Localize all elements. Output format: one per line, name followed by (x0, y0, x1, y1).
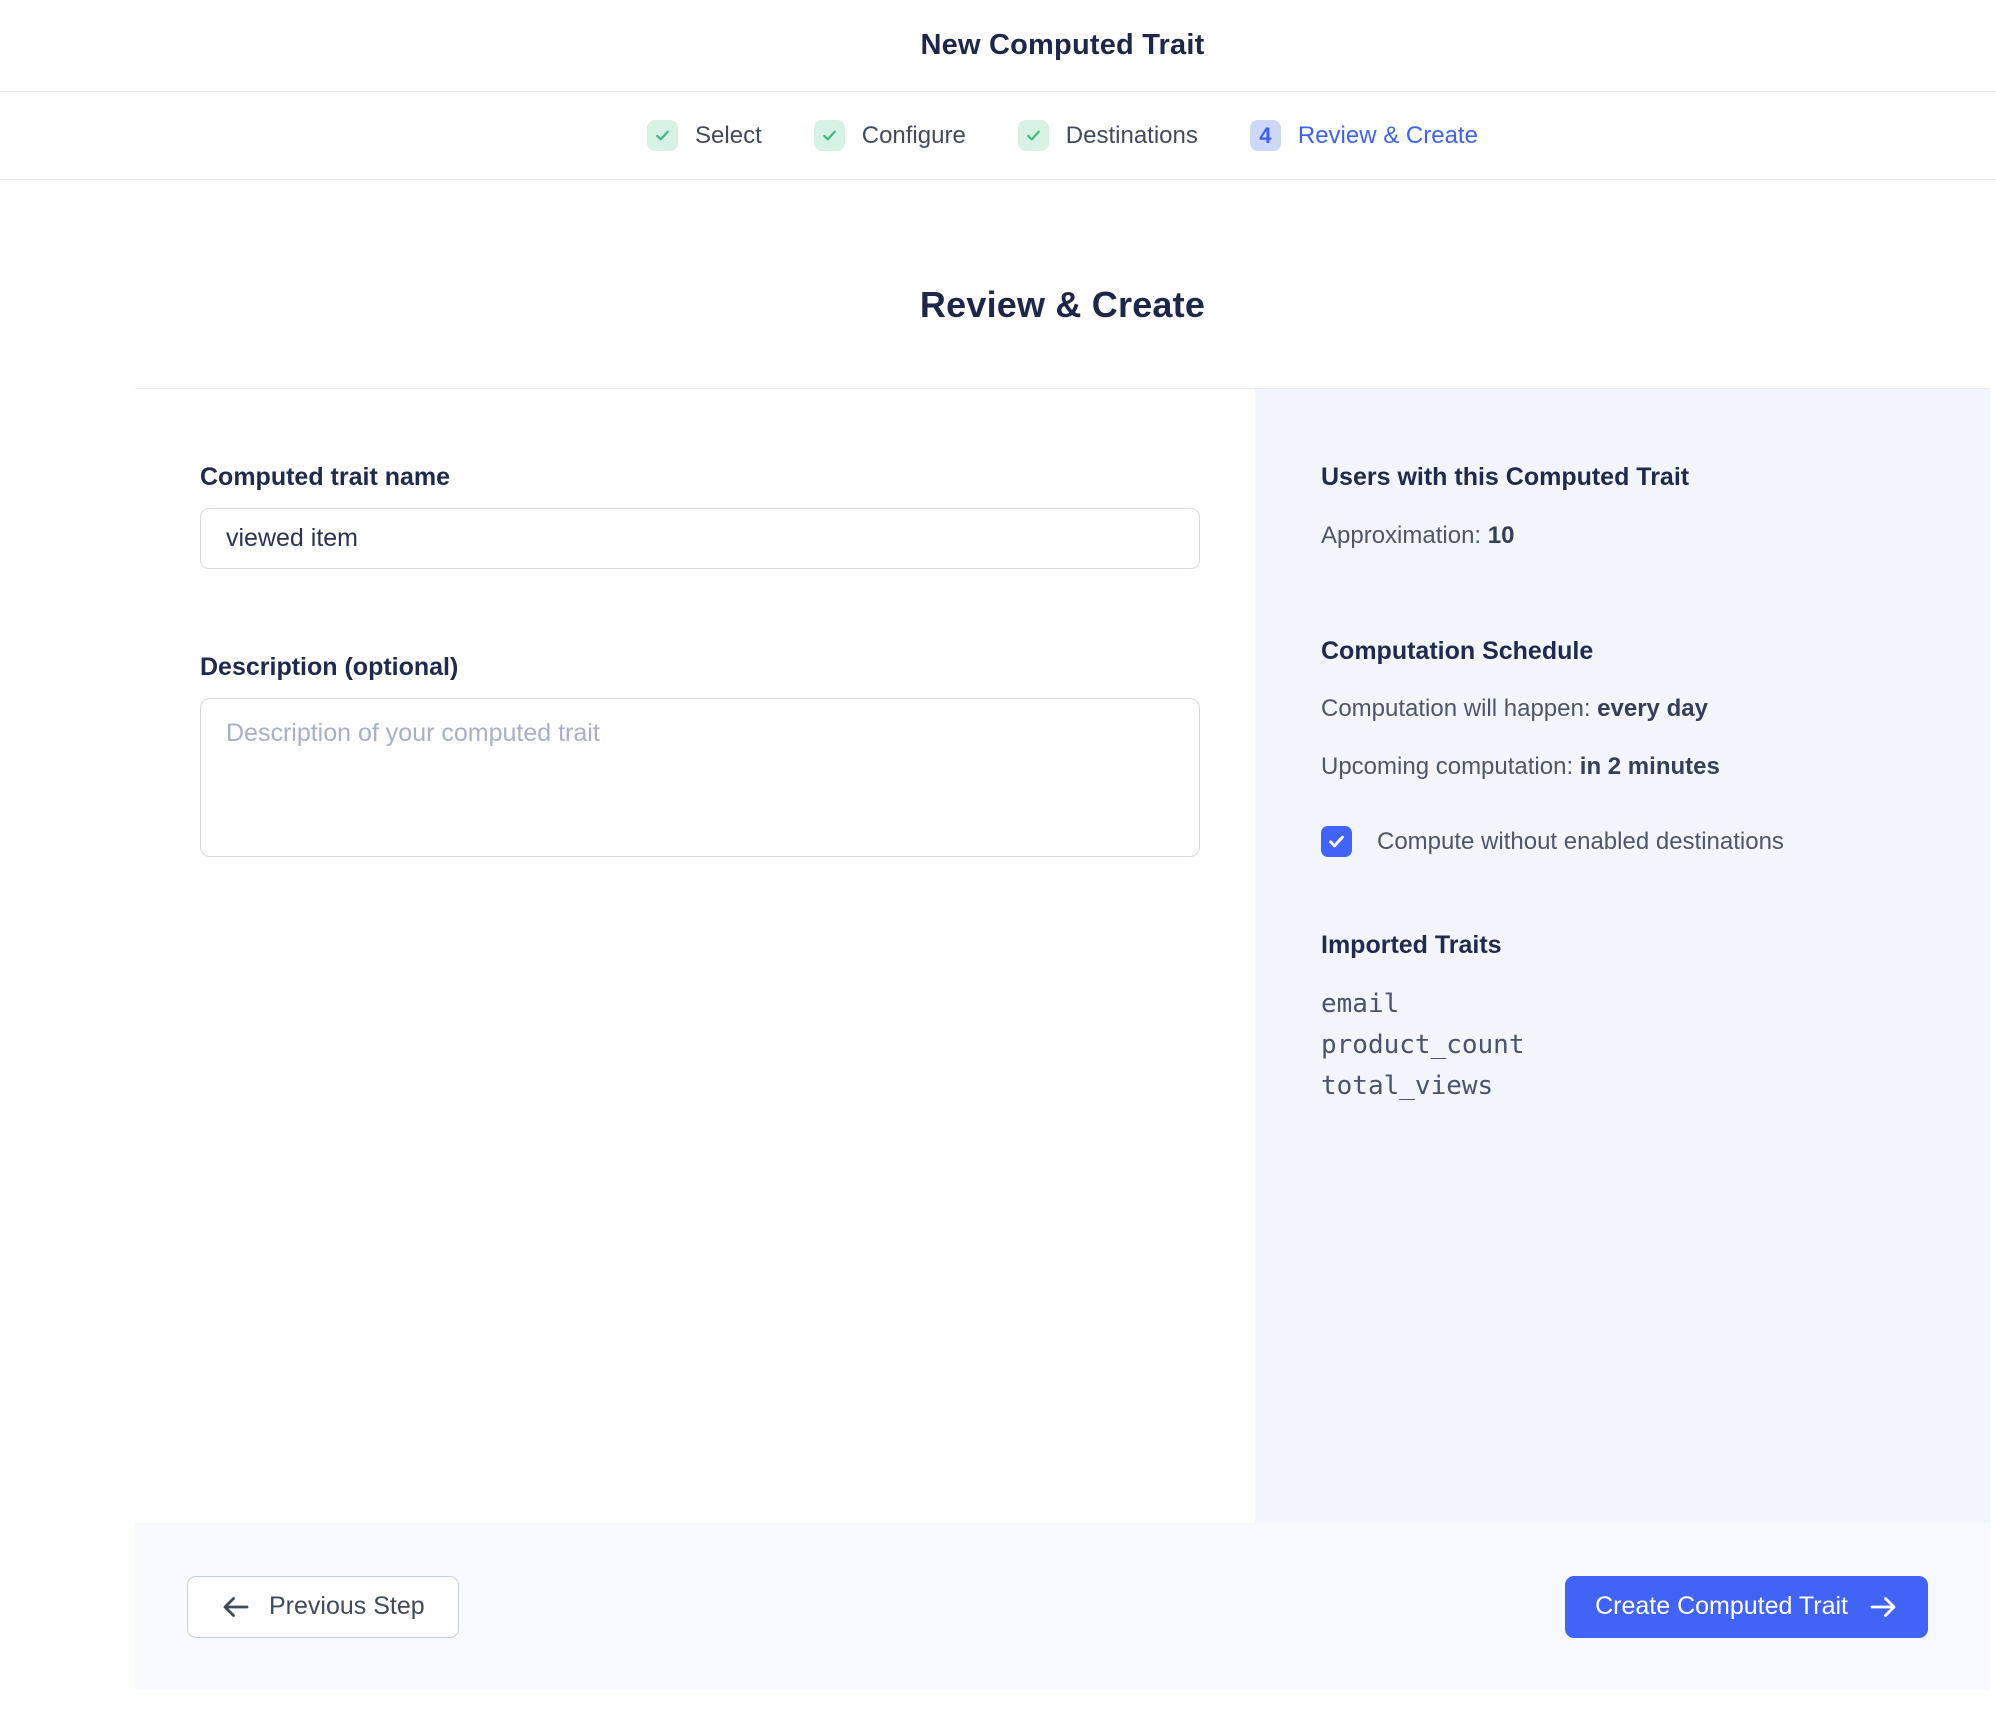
step-label: Destinations (1066, 122, 1198, 150)
summary-sidebar: Users with this Computed Trait Approxima… (1255, 389, 1990, 1523)
title-bar: New Computed Trait (0, 0, 1996, 92)
schedule-upcoming-value: in 2 minutes (1580, 753, 1720, 780)
section-heading: Review & Create (135, 180, 1990, 326)
step-label: Configure (862, 122, 966, 150)
step-complete-check-icon (647, 120, 678, 151)
step-configure[interactable]: Configure (814, 120, 966, 151)
wizard-steps-bar: Select Configure Destinations 4 Review &… (0, 92, 1996, 180)
description-textarea[interactable] (200, 698, 1200, 857)
description-label: Description (optional) (200, 653, 1255, 682)
step-number-badge: 4 (1250, 120, 1281, 151)
imported-traits-list: email product_count total_views (1321, 984, 1950, 1107)
trait-name-label: Computed trait name (200, 463, 1255, 492)
step-destinations[interactable]: Destinations (1018, 120, 1198, 151)
schedule-heading: Computation Schedule (1321, 637, 1950, 666)
imported-trait-item: total_views (1321, 1066, 1950, 1107)
step-select[interactable]: Select (647, 120, 762, 151)
compute-without-destinations-row[interactable]: Compute without enabled destinations (1321, 826, 1950, 857)
arrow-right-icon (1869, 1595, 1898, 1619)
step-label: Review & Create (1298, 122, 1478, 150)
schedule-upcoming-line: Upcoming computation: in 2 minutes (1321, 751, 1950, 782)
arrow-left-icon (221, 1595, 250, 1619)
imported-trait-item: email (1321, 984, 1950, 1025)
wizard-footer: Previous Step Create Computed Trait (135, 1523, 1990, 1690)
step-review-create[interactable]: 4 Review & Create (1250, 120, 1478, 151)
create-computed-trait-button[interactable]: Create Computed Trait (1565, 1576, 1928, 1638)
previous-step-label: Previous Step (269, 1592, 425, 1621)
schedule-upcoming-label: Upcoming computation: (1321, 753, 1580, 780)
schedule-happen-line: Computation will happen: every day (1321, 693, 1950, 724)
create-computed-trait-label: Create Computed Trait (1595, 1592, 1848, 1621)
content-panel: Computed trait name Description (optiona… (135, 388, 1990, 1523)
step-complete-check-icon (814, 120, 845, 151)
trait-form: Computed trait name Description (optiona… (135, 389, 1255, 1523)
approximation-value: 10 (1488, 522, 1515, 549)
imported-trait-item: product_count (1321, 1025, 1950, 1066)
checkbox-label: Compute without enabled destinations (1377, 828, 1784, 856)
page-title: New Computed Trait (921, 29, 1205, 62)
checkbox-checked-icon[interactable] (1321, 826, 1352, 857)
users-heading: Users with this Computed Trait (1321, 463, 1950, 492)
previous-step-button[interactable]: Previous Step (187, 1576, 459, 1638)
heading-band: Review & Create (135, 180, 1990, 388)
step-complete-check-icon (1018, 120, 1049, 151)
trait-name-input[interactable] (200, 508, 1200, 569)
schedule-happen-value: every day (1597, 695, 1708, 722)
imported-traits-heading: Imported Traits (1321, 931, 1950, 960)
schedule-happen-label: Computation will happen: (1321, 695, 1597, 722)
step-label: Select (695, 122, 762, 150)
approximation-label: Approximation: (1321, 522, 1488, 549)
approximation-line: Approximation: 10 (1321, 520, 1950, 551)
